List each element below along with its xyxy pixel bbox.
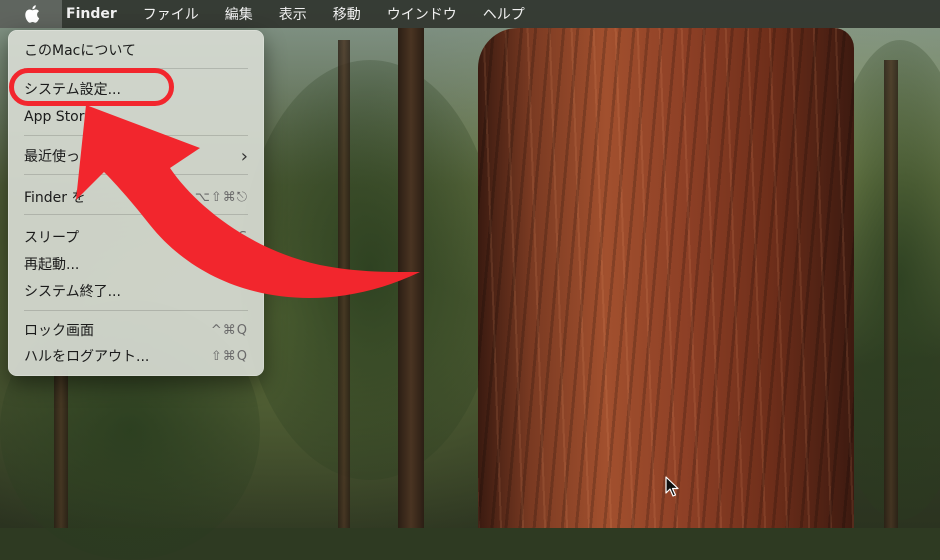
mouse-cursor-icon [665,476,679,497]
curved-arrow-icon [76,105,420,299]
